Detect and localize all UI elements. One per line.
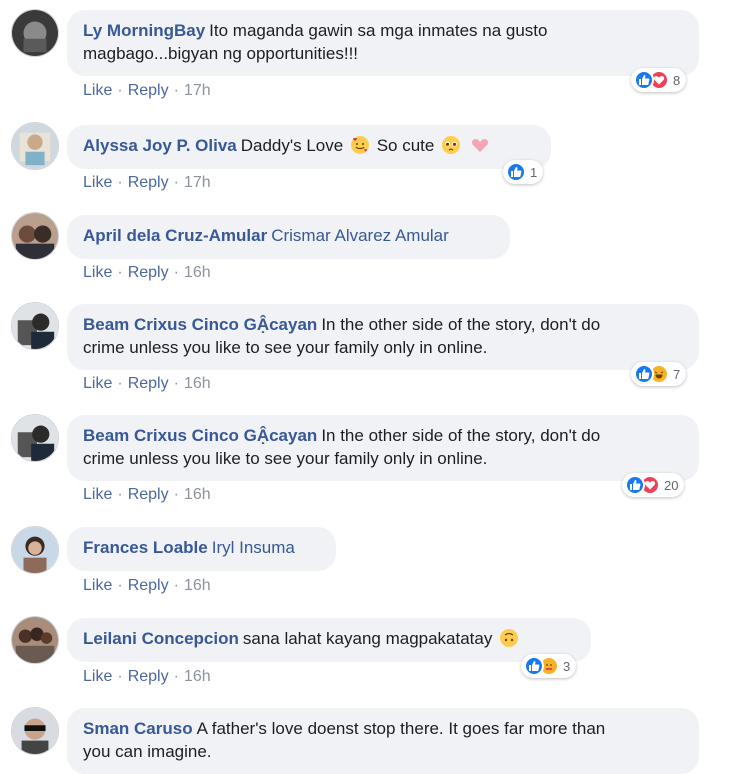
avatar[interactable] xyxy=(11,616,59,664)
pleading-face-emoji xyxy=(441,135,461,155)
comment-bubble: Leilani Concepcion sana lahat kayang magp… xyxy=(67,618,591,662)
like-link[interactable]: Like xyxy=(83,577,112,594)
reaction-count: 8 xyxy=(673,72,681,88)
comment-author[interactable]: Ly MorningBay xyxy=(83,21,205,40)
avatar[interactable] xyxy=(11,302,59,350)
separator: · xyxy=(117,82,123,99)
comment-text: crime unless you like to see your family… xyxy=(83,449,488,468)
comment-author[interactable]: Sman Caruso xyxy=(83,719,193,738)
like-link[interactable]: Like xyxy=(83,486,112,503)
reply-link[interactable]: Reply xyxy=(128,375,169,392)
like-icon xyxy=(634,70,654,90)
reply-link[interactable]: Reply xyxy=(128,82,169,99)
separator: · xyxy=(117,668,123,685)
timestamp[interactable]: 16h xyxy=(184,375,211,392)
reaction-count: 1 xyxy=(530,164,538,180)
like-link[interactable]: Like xyxy=(83,668,112,685)
reaction-summary[interactable]: 7 xyxy=(631,362,687,386)
separator: · xyxy=(117,577,123,594)
avatar[interactable] xyxy=(11,414,59,462)
comment-author[interactable]: Beam Crixus Cinco GẬcayan xyxy=(83,426,317,445)
comment-bubble: Beam Crixus Cinco GẬcayan In the other si… xyxy=(67,304,699,370)
comment-actions: Like · Reply · 16h xyxy=(83,577,211,595)
upside-down-face-emoji xyxy=(499,628,519,648)
comment-author[interactable]: Alyssa Joy P. Oliva xyxy=(83,136,237,155)
like-icon xyxy=(506,162,526,182)
comment-actions: Like · Reply · 17h xyxy=(83,174,211,192)
comment-text: In the other side of the story, don't do xyxy=(321,315,601,334)
like-icon xyxy=(524,656,544,676)
reaction-summary[interactable]: 8 xyxy=(631,68,687,92)
comment-actions: Like · Reply · 16h xyxy=(83,264,211,282)
like-link[interactable]: Like xyxy=(83,375,112,392)
mention-link[interactable]: Iryl Insuma xyxy=(212,538,295,557)
separator: · xyxy=(173,668,179,685)
comment-actions: Like · Reply · 16h xyxy=(83,486,211,504)
like-link[interactable]: Like xyxy=(83,174,112,191)
comment-bubble: Ly MorningBay Ito maganda gawin sa mga in… xyxy=(67,10,699,76)
comment-author[interactable]: Frances Loable xyxy=(83,538,208,557)
timestamp[interactable]: 17h xyxy=(184,82,211,99)
separator: · xyxy=(173,375,179,392)
comment-bubble: Frances Loable Iryl Insuma xyxy=(67,527,336,571)
comment-bubble: Sman Caruso A father's love doenst stop t… xyxy=(67,708,699,774)
comment-author[interactable]: Leilani Concepcion xyxy=(83,629,239,648)
reaction-count: 7 xyxy=(673,366,681,382)
comment-text: you can imagine. xyxy=(83,742,212,761)
comment-bubble: Alyssa Joy P. Oliva Daddy's Love So cute xyxy=(67,125,551,169)
reply-link[interactable]: Reply xyxy=(128,174,169,191)
comment-text: Daddy's Love xyxy=(240,136,344,155)
reaction-summary[interactable]: 20 xyxy=(622,473,685,497)
timestamp[interactable]: 16h xyxy=(184,264,211,281)
separator: · xyxy=(173,577,179,594)
heart-emoji xyxy=(470,135,490,155)
avatar[interactable] xyxy=(11,707,59,755)
smiling-face-with-hearts-emoji xyxy=(350,135,370,155)
comment-actions: Like · Reply · 16h xyxy=(83,668,211,686)
separator: · xyxy=(173,486,179,503)
timestamp[interactable]: 17h xyxy=(184,174,211,191)
comment-text: A father's love doenst stop there. It go… xyxy=(196,719,606,738)
comment-author[interactable]: Beam Crixus Cinco GẬcayan xyxy=(83,315,317,334)
comment-author[interactable]: April dela Cruz-Amular xyxy=(83,226,267,245)
separator: · xyxy=(117,264,123,281)
avatar[interactable] xyxy=(11,9,59,57)
separator: · xyxy=(117,375,123,392)
separator: · xyxy=(173,264,179,281)
like-icon xyxy=(634,364,654,384)
like-link[interactable]: Like xyxy=(83,264,112,281)
mention-link[interactable]: Crismar Alvarez Amular xyxy=(271,226,449,245)
avatar[interactable] xyxy=(11,526,59,574)
timestamp[interactable]: 16h xyxy=(184,577,211,594)
avatar[interactable] xyxy=(11,212,59,260)
reaction-summary[interactable]: 1 xyxy=(503,160,544,184)
separator: · xyxy=(173,82,179,99)
comment-actions: Like · Reply · 17h xyxy=(83,82,211,100)
comment-text: crime unless you like to see your family… xyxy=(83,338,488,357)
separator: · xyxy=(173,174,179,191)
comment-text: sana lahat kayang magpakatatay xyxy=(242,629,493,648)
comment-actions: Like · Reply · 16h xyxy=(83,375,211,393)
timestamp[interactable]: 16h xyxy=(184,668,211,685)
reply-link[interactable]: Reply xyxy=(128,577,169,594)
reaction-count: 3 xyxy=(563,658,571,674)
avatar[interactable] xyxy=(11,122,59,170)
reply-link[interactable]: Reply xyxy=(128,264,169,281)
comment-bubble: April dela Cruz-Amular Crismar Alvarez Am… xyxy=(67,215,510,259)
like-link[interactable]: Like xyxy=(83,82,112,99)
separator: · xyxy=(117,174,123,191)
reaction-summary[interactable]: 3 xyxy=(521,654,577,678)
comment-text: In the other side of the story, don't do xyxy=(321,426,601,445)
comment-text: So cute xyxy=(376,136,435,155)
reply-link[interactable]: Reply xyxy=(128,486,169,503)
reaction-count: 20 xyxy=(664,477,679,493)
comment-text: Ito maganda gawin sa mga inmates na gust… xyxy=(209,21,548,40)
comment-bubble: Beam Crixus Cinco GẬcayan In the other si… xyxy=(67,415,699,481)
comment-text: magbago...bigyan ng opportunities!!! xyxy=(83,44,359,63)
reply-link[interactable]: Reply xyxy=(128,668,169,685)
like-icon xyxy=(625,475,645,495)
timestamp[interactable]: 16h xyxy=(184,486,211,503)
separator: · xyxy=(117,486,123,503)
